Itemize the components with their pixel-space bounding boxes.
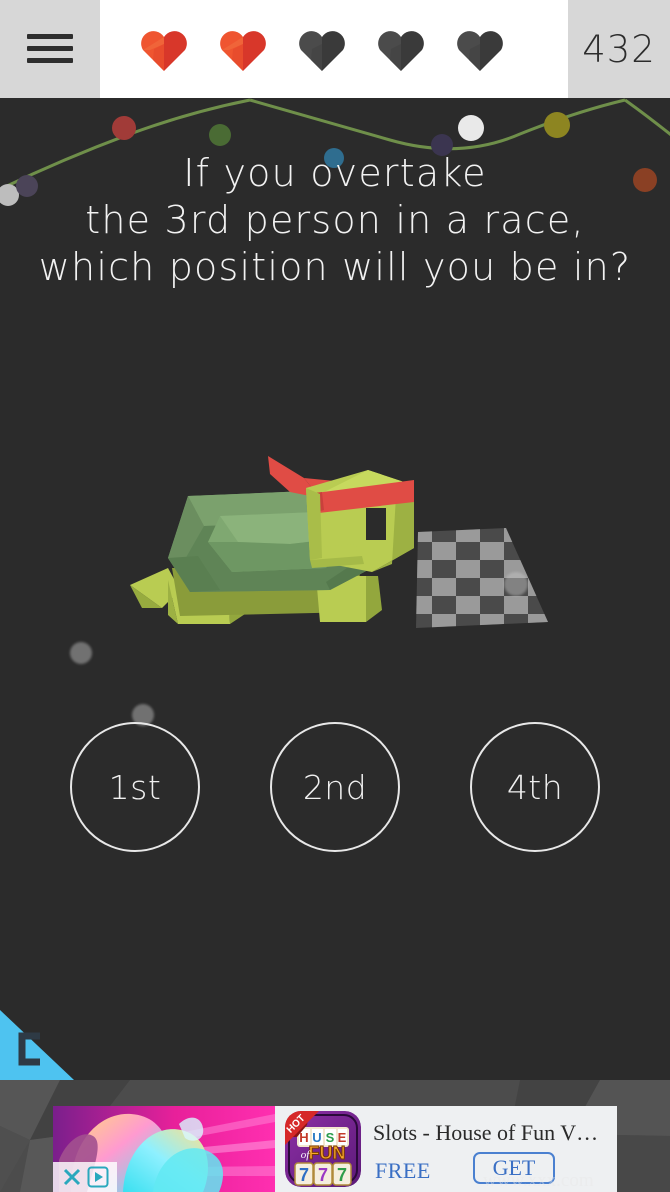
screen-recorder-badge[interactable] [0, 1010, 74, 1080]
ad-get-button[interactable]: GET [473, 1152, 555, 1184]
checkered-finish-line-icon [398, 510, 558, 645]
ad-app-icon: H U S E FUN of 7 7 7 HOT [285, 1111, 361, 1187]
ad-controls[interactable] [53, 1162, 117, 1192]
menu-bar-2 [27, 46, 73, 51]
ad-container: H U S E FUN of 7 7 7 HOT Slots - House o… [0, 1080, 670, 1192]
ad-banner[interactable]: H U S E FUN of 7 7 7 HOT Slots - House o… [53, 1106, 617, 1192]
heart-icon-4 [377, 28, 425, 72]
question-line-2: the 3rd person in a race, [85, 198, 585, 242]
menu-bar-1 [27, 34, 73, 39]
svg-text:FUN: FUN [309, 1143, 346, 1163]
answer-button-2nd[interactable]: 2nd [270, 722, 400, 852]
heart-icon-2 [219, 28, 267, 72]
score-display: 432 [582, 27, 656, 71]
question-line-1: If you overtake [183, 151, 487, 195]
close-x-icon [63, 1168, 81, 1186]
question-text: If you overtake the 3rd person in a race… [0, 150, 670, 291]
heart-icon-5 [456, 28, 504, 72]
turtle-character-icon [120, 440, 420, 645]
lives-indicator [140, 26, 540, 74]
question-line-3: which position will you be in? [38, 245, 632, 289]
heart-icon-3 [298, 28, 346, 72]
top-bar: 432 [0, 0, 670, 98]
answer-button-1st[interactable]: 1st [70, 722, 200, 852]
game-screen: 432 If you overtake the 3rd person in a … [0, 0, 670, 1192]
particle-1 [504, 572, 528, 596]
hamburger-menu-icon[interactable] [27, 32, 73, 66]
ad-title: Slots - House of Fun V… [373, 1120, 599, 1145]
particle-2 [70, 642, 92, 664]
heart-icon-1 [140, 28, 188, 72]
menu-bar-3 [27, 58, 73, 63]
answer-options: 1st 2nd 4th [0, 722, 670, 854]
ad-free-label: FREE [375, 1158, 431, 1183]
ad-creative-image [53, 1106, 275, 1192]
svg-text:7: 7 [299, 1165, 309, 1185]
svg-text:7: 7 [318, 1165, 328, 1185]
svg-text:7: 7 [337, 1165, 347, 1185]
adchoices-icon [87, 1166, 109, 1188]
question-illustration [0, 430, 670, 670]
answer-button-4th[interactable]: 4th [470, 722, 600, 852]
